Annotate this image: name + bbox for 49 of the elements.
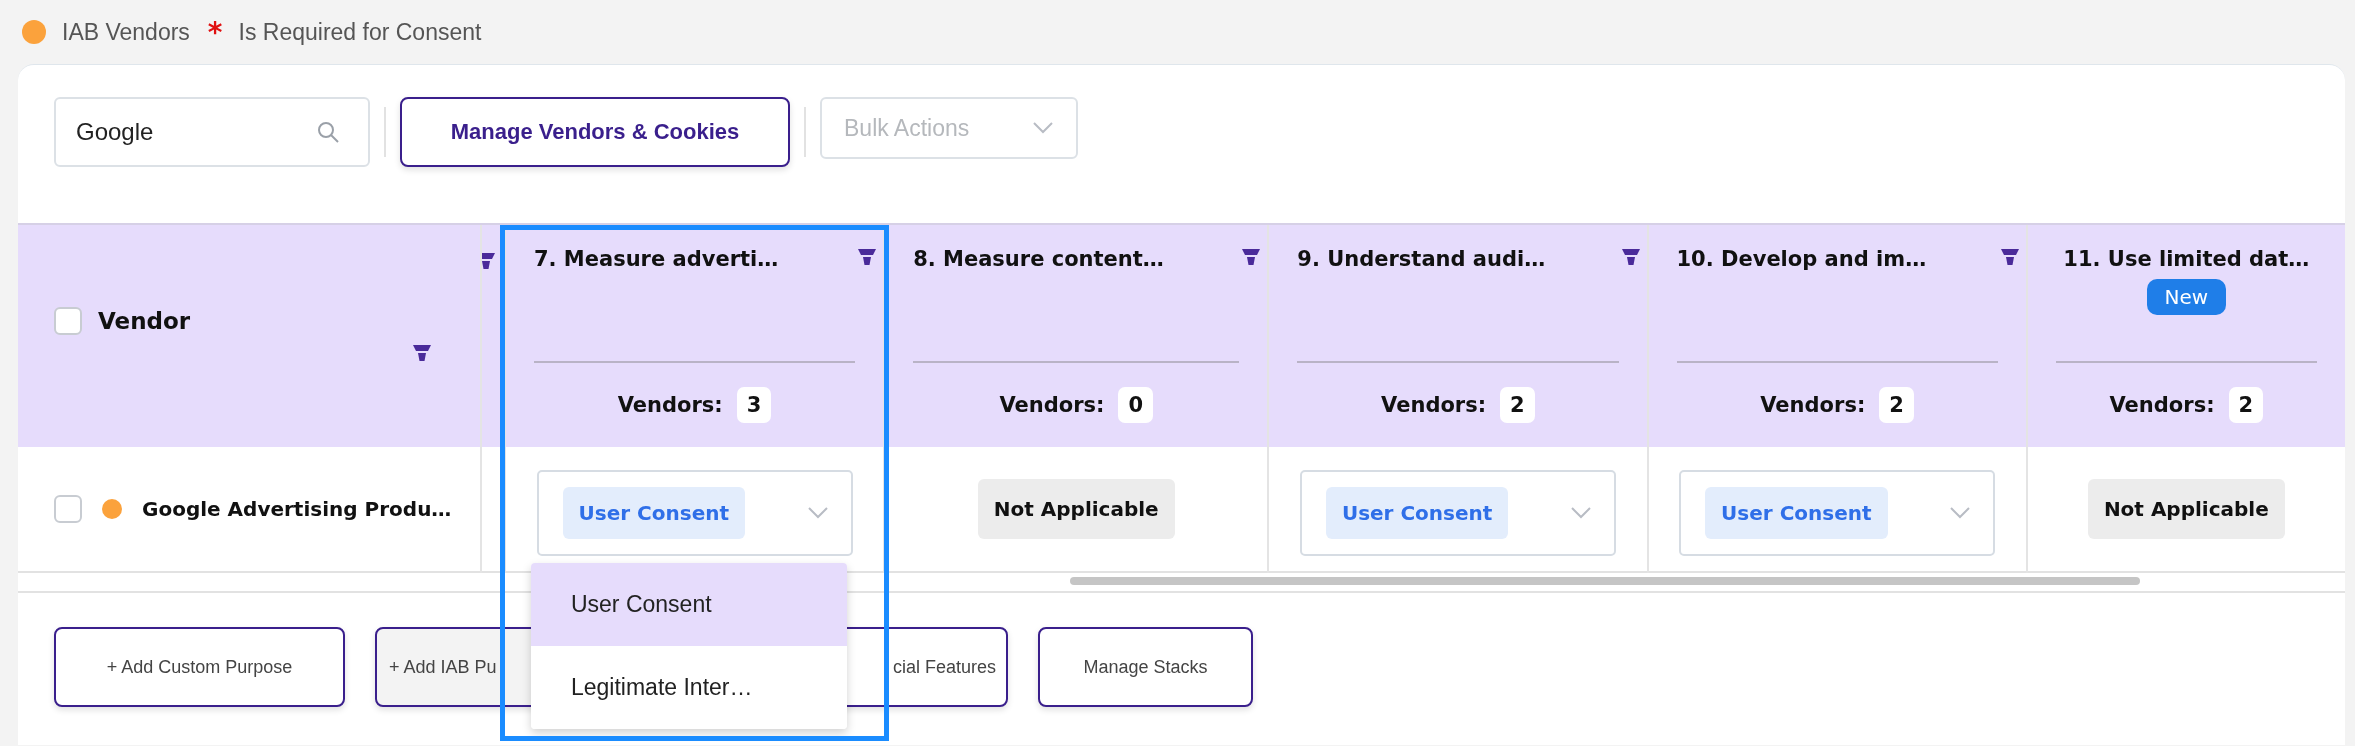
column-title: Vendor xyxy=(98,308,191,334)
consent-dropdown[interactable]: User Consent xyxy=(536,470,853,556)
vendors-label: Vendors: xyxy=(1760,393,1866,417)
vendors-label: Vendors: xyxy=(999,393,1105,417)
column-title: 7. Measure adverti… xyxy=(533,247,779,271)
footer-button[interactable]: Manage Stacks xyxy=(1038,627,1253,707)
consent-tag: User Consent xyxy=(562,487,745,539)
chevron-icon xyxy=(1569,506,1592,520)
search-field[interactable]: Google xyxy=(54,97,370,167)
chevron-icon xyxy=(806,506,829,520)
vendors-label: Vendors: xyxy=(1381,393,1487,417)
filter-icon[interactable] xyxy=(1241,247,1262,267)
column-title: 8. Measure content… xyxy=(913,247,1164,271)
consent-tag: User Consent xyxy=(1705,487,1888,539)
column-title: 11. Use limited dat… xyxy=(2063,247,2310,271)
filter-icon[interactable] xyxy=(857,247,878,267)
menu-item[interactable]: Legitimate Inter… xyxy=(530,646,847,729)
status-tag: Not Applicable xyxy=(977,479,1175,539)
column-title: 9. Understand audi… xyxy=(1297,247,1546,271)
required-asterisk: * xyxy=(207,15,223,49)
count-badge: 2 xyxy=(1500,387,1535,423)
chevron-icon xyxy=(1949,506,1972,520)
checkbox[interactable] xyxy=(54,495,82,523)
legend-label: IAB Vendors xyxy=(62,18,190,46)
menu-item[interactable]: User Consent xyxy=(530,563,847,646)
consent-dropdown[interactable]: User Consent xyxy=(1299,470,1616,556)
footer-button[interactable]: + Add Custom Purpose xyxy=(54,627,345,707)
vendors-label: Vendors: xyxy=(617,393,723,417)
chevron-icon xyxy=(1032,121,1054,135)
count-badge: 2 xyxy=(2228,387,2264,423)
manage-vendors-button[interactable]: Manage Vendors & Cookies xyxy=(400,97,790,167)
checkbox[interactable] xyxy=(54,307,82,335)
new-badge: New xyxy=(2146,279,2227,315)
filter-icon[interactable] xyxy=(412,343,432,363)
consent-tag: User Consent xyxy=(1325,487,1509,539)
vendors-label: Vendors: xyxy=(2109,393,2215,417)
search-icon xyxy=(316,120,340,144)
status-tag: Not Applicable xyxy=(2087,479,2285,539)
consent-dropdown[interactable]: User Consent xyxy=(1679,470,1996,556)
count-badge: 3 xyxy=(736,387,772,423)
legend-label: Is Required for Consent xyxy=(238,18,482,46)
column-title: 10. Develop and im… xyxy=(1676,247,1927,271)
filter-icon[interactable] xyxy=(482,251,496,271)
count-badge: 0 xyxy=(1118,387,1154,423)
filter-icon[interactable] xyxy=(1620,247,1641,267)
vendor-name: Google Advertising Produ… xyxy=(142,497,452,521)
count-badge: 2 xyxy=(1879,387,1914,423)
scrollbar[interactable] xyxy=(1070,577,2140,585)
filter-icon[interactable] xyxy=(1999,247,2020,267)
